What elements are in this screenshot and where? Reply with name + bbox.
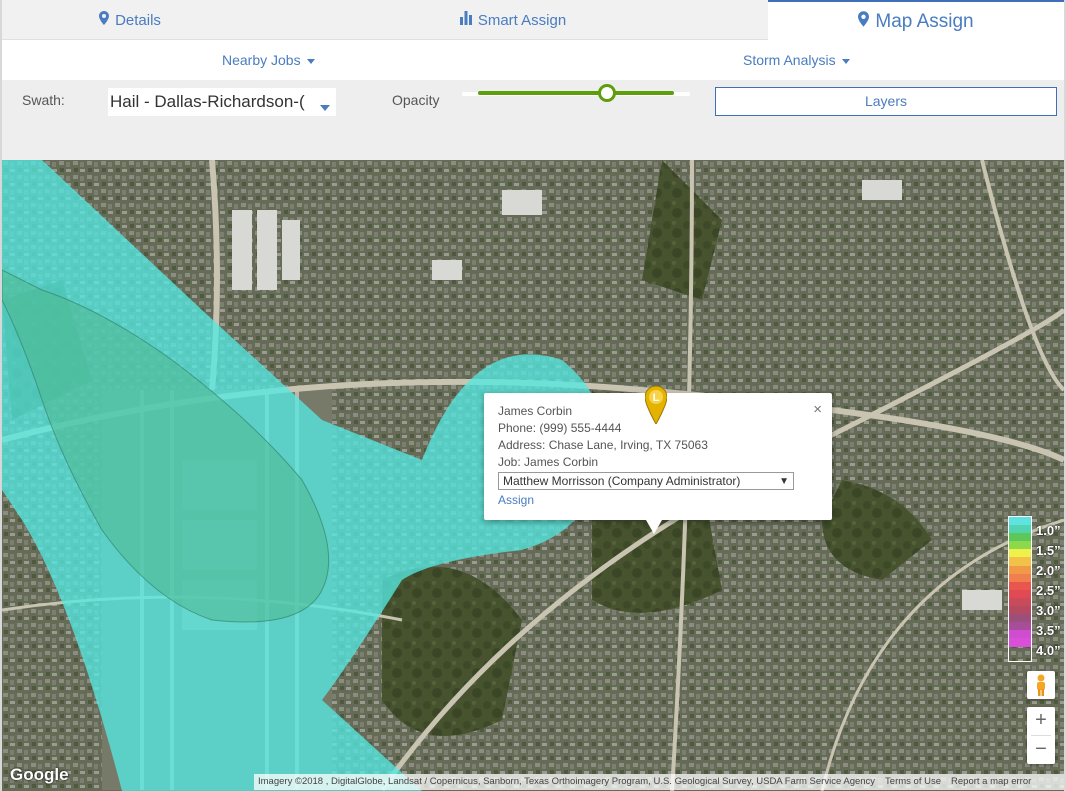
- opacity-label: Opacity: [392, 92, 440, 108]
- nearby-jobs-label: Nearby Jobs: [222, 52, 301, 68]
- slider-track: [478, 91, 674, 95]
- legend-label: 1.5”: [1036, 543, 1061, 558]
- legend-color-swatch: [1009, 549, 1031, 558]
- imagery-credit: Imagery ©2018 , DigitalGlobe, Landsat / …: [258, 776, 876, 787]
- zoom-in-button[interactable]: +: [1027, 707, 1055, 735]
- legend-color-swatch: [1009, 525, 1031, 534]
- tab-details-label: Details: [115, 11, 161, 29]
- swath-label: Swath:: [22, 92, 65, 108]
- report-map-error-link[interactable]: Report a map error: [951, 774, 1031, 790]
- legend-color-swatch: [1009, 541, 1031, 550]
- close-icon[interactable]: ×: [813, 401, 822, 418]
- legend-label: 4.0”: [1036, 643, 1061, 658]
- job-name: Job: James Corbin: [498, 455, 599, 469]
- opacity-slider[interactable]: [462, 84, 690, 102]
- legend-label: 3.0”: [1036, 603, 1061, 618]
- map-canvas[interactable]: × James Corbin Phone: (999) 555-4444 Add…: [2, 160, 1064, 791]
- legend-color-swatch: [1009, 597, 1031, 607]
- nearby-jobs-dropdown[interactable]: Nearby Jobs: [222, 52, 315, 68]
- caret-down-icon: [841, 58, 850, 64]
- storm-analysis-label: Storm Analysis: [743, 52, 836, 68]
- zoom-out-button[interactable]: −: [1027, 736, 1055, 764]
- slider-thumb[interactable]: [598, 84, 617, 102]
- swath-select-value: Hail - Dallas-Richardson-(: [110, 92, 305, 111]
- legend-color-swatch: [1009, 622, 1031, 631]
- google-logo: Google: [10, 765, 69, 784]
- legend-color-swatch: [1009, 606, 1031, 615]
- caret-down-icon: [320, 105, 330, 111]
- map-marker-icon: [99, 11, 110, 29]
- storm-analysis-dropdown[interactable]: Storm Analysis: [743, 52, 850, 68]
- tab-bar: Details Smart Assign Map Assign: [2, 0, 1064, 41]
- street-view-pegman[interactable]: [1027, 671, 1055, 699]
- legend-color-swatch: [1009, 589, 1031, 598]
- legend-color-swatch: [1009, 517, 1031, 526]
- legend-color-swatch: [1009, 565, 1031, 574]
- caret-down-icon: [306, 58, 315, 64]
- tab-map-assign-label: Map Assign: [875, 10, 974, 32]
- assignee-select[interactable]: Matthew Morrisson (Company Administrator…: [498, 472, 794, 490]
- tab-smart-assign[interactable]: Smart Assign: [258, 0, 768, 40]
- tab-details[interactable]: Details: [2, 0, 258, 40]
- legend-color-swatch: [1009, 638, 1031, 647]
- customer-address: Address: Chase Lane, Irving, TX 75063: [498, 438, 708, 452]
- tab-smart-assign-label: Smart Assign: [477, 11, 567, 29]
- layers-button[interactable]: Layers: [715, 87, 1057, 116]
- hail-size-legend: 1.0” 1.5” 2.0” 2.5” 3.0” 3.5” 4.0”: [1008, 514, 1061, 664]
- map-marker-icon: [858, 10, 870, 33]
- legend-color-swatch: [1009, 573, 1031, 582]
- dropdown-arrow-icon: ▼: [779, 476, 789, 487]
- terms-of-use-link[interactable]: Terms of Use: [885, 774, 941, 790]
- legend-color-swatch: [1009, 581, 1031, 590]
- legend-color-swatch: [1009, 557, 1031, 566]
- swath-select[interactable]: Hail - Dallas-Richardson-(: [108, 88, 336, 116]
- legend-color-swatch: [1009, 630, 1031, 639]
- legend-label: 3.5”: [1036, 623, 1061, 638]
- pegman-icon: [1037, 674, 1045, 696]
- sub-nav: Nearby Jobs Storm Analysis: [2, 40, 1064, 80]
- legend-color-scale: [1008, 516, 1032, 662]
- assignee-select-value: Matthew Morrisson (Company Administrator…: [503, 474, 741, 488]
- legend-label: 1.0”: [1036, 523, 1061, 538]
- job-location-marker[interactable]: L: [644, 385, 668, 425]
- tab-map-assign[interactable]: Map Assign: [768, 0, 1064, 41]
- legend-label: 2.5”: [1036, 583, 1061, 598]
- bar-chart-icon: [459, 11, 472, 29]
- assign-link[interactable]: Assign: [498, 492, 534, 509]
- legend-color-swatch: [1009, 614, 1031, 623]
- zoom-control: + −: [1027, 707, 1055, 764]
- map-attribution: Imagery ©2018 , DigitalGlobe, Landsat / …: [254, 774, 1064, 790]
- marker-letter: L: [653, 392, 660, 404]
- legend-color-swatch: [1009, 533, 1031, 542]
- app-window: Details Smart Assign Map Assign Nearby J…: [0, 0, 1066, 791]
- legend-label: 2.0”: [1036, 563, 1061, 578]
- map-controls-bar: Swath: Hail - Dallas-Richardson-( Opacit…: [2, 80, 1064, 160]
